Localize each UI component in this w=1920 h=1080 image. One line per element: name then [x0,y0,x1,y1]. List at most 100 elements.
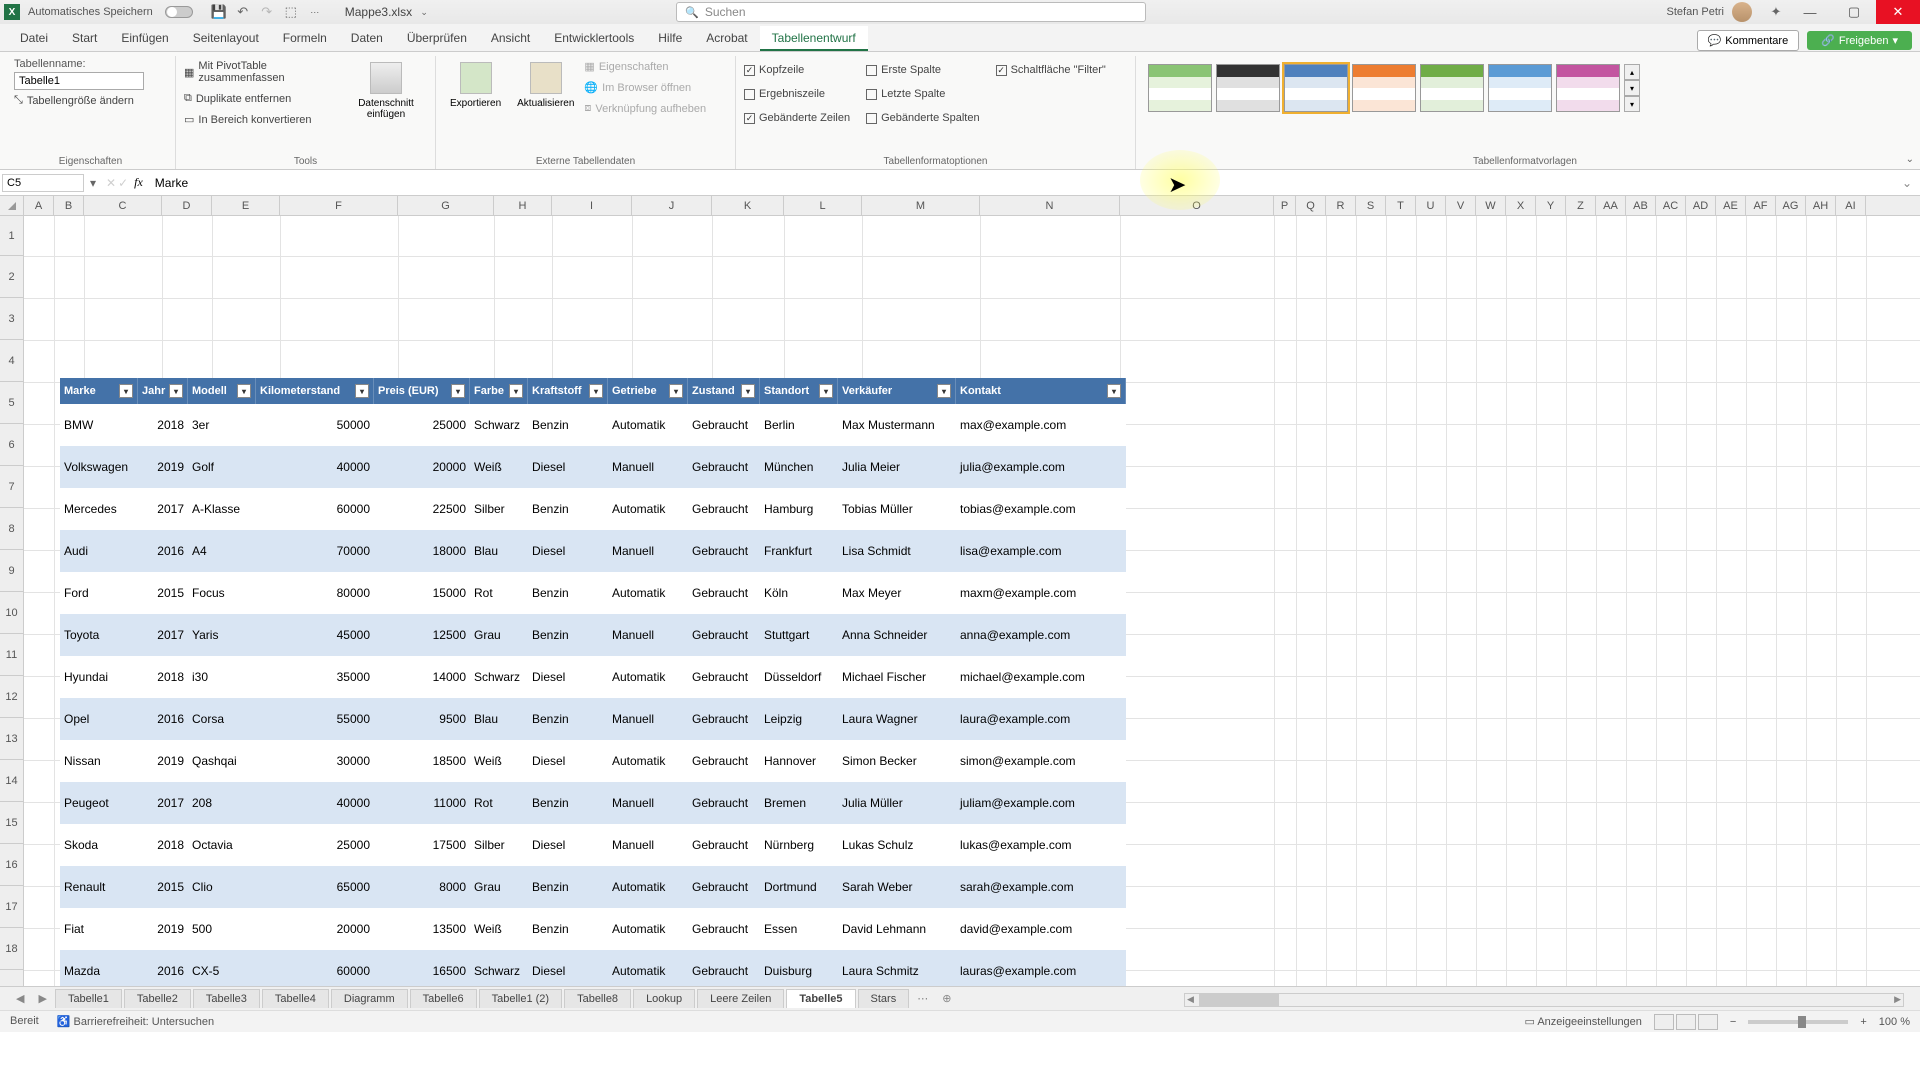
table-header-verkufer[interactable]: Verkäufer▾ [838,378,956,404]
last-col-checkbox[interactable]: Letzte Spalte [866,86,979,102]
cell[interactable]: Max Meyer [838,572,956,614]
pivot-button[interactable]: ▦ Mit PivotTable zusammenfassen [184,58,341,86]
cell[interactable]: Leipzig [760,698,838,740]
gallery-more-icon[interactable]: ▾ [1624,96,1640,112]
cell[interactable]: Manuell [608,446,688,488]
cell[interactable]: Laura Wagner [838,698,956,740]
cell[interactable]: Automatik [608,908,688,950]
cell[interactable]: 15000 [374,572,470,614]
style-thumb-pink[interactable] [1556,64,1620,112]
cell[interactable]: i30 [188,656,256,698]
sheet-tab-tabelle4[interactable]: Tabelle4 [262,989,329,1008]
cell[interactable]: 80000 [256,572,374,614]
tab-acrobat[interactable]: Acrobat [694,26,759,51]
cell[interactable]: Silber [470,824,528,866]
cell[interactable]: Benzin [528,488,608,530]
row-header-10[interactable]: 10 [0,592,23,634]
cell[interactable]: Essen [760,908,838,950]
cell[interactable]: Laura Schmitz [838,950,956,986]
cell[interactable]: 30000 [256,740,374,782]
cell[interactable]: Benzin [528,782,608,824]
status-accessibility[interactable]: ♿ Barrierefreiheit: Untersuchen [57,1015,214,1028]
cell[interactable]: 2019 [138,740,188,782]
slicer-button[interactable]: Datenschnitt einfügen [345,58,427,124]
cell[interactable]: Qashqai [188,740,256,782]
cell[interactable]: Octavia [188,824,256,866]
cell[interactable]: Hannover [760,740,838,782]
cell[interactable]: sarah@example.com [956,866,1126,908]
cell[interactable]: David Lehmann [838,908,956,950]
row-header-5[interactable]: 5 [0,382,23,424]
col-header-I[interactable]: I [552,196,632,215]
collapse-ribbon-icon[interactable]: ⌄ [1906,154,1914,165]
cell[interactable]: Manuell [608,824,688,866]
cell[interactable]: juliam@example.com [956,782,1126,824]
cell[interactable]: Automatik [608,656,688,698]
table-row[interactable]: Audi2016A47000018000BlauDieselManuellGeb… [60,530,1126,572]
cell[interactable]: Bremen [760,782,838,824]
cell[interactable]: Gebraucht [688,488,760,530]
cell[interactable]: Gebraucht [688,908,760,950]
cell[interactable]: Düsseldorf [760,656,838,698]
autosave-toggle[interactable] [165,6,193,18]
cell[interactable]: Gebraucht [688,866,760,908]
header-row-checkbox[interactable]: Kopfzeile [744,62,850,78]
table-styles-gallery[interactable]: ▴ ▾ ▾ [1144,58,1644,118]
cell[interactable]: Focus [188,572,256,614]
formula-expand-icon[interactable]: ⌄ [1894,176,1920,190]
cell[interactable]: Mazda [60,950,138,986]
table-header-kraftstoff[interactable]: Kraftstoff▾ [528,378,608,404]
undo-icon[interactable]: ↶ [233,2,253,22]
cell[interactable]: Benzin [528,698,608,740]
tab-start[interactable]: Start [60,26,109,51]
gallery-up-icon[interactable]: ▴ [1624,64,1640,80]
cell[interactable]: 8000 [374,866,470,908]
col-header-AE[interactable]: AE [1716,196,1746,215]
col-header-AF[interactable]: AF [1746,196,1776,215]
col-header-E[interactable]: E [212,196,280,215]
col-header-AG[interactable]: AG [1776,196,1806,215]
cell[interactable]: lisa@example.com [956,530,1126,572]
cell[interactable]: Volkswagen [60,446,138,488]
cell[interactable]: 2016 [138,530,188,572]
qat-more-icon[interactable]: ⋯ [305,2,325,22]
cell[interactable]: 65000 [256,866,374,908]
cell[interactable]: Simon Becker [838,740,956,782]
col-header-Y[interactable]: Y [1536,196,1566,215]
coming-soon-icon[interactable]: ✦ [1766,2,1786,22]
cell[interactable]: 70000 [256,530,374,572]
cell[interactable]: 2019 [138,446,188,488]
zoom-slider[interactable] [1748,1020,1848,1024]
table-header-modell[interactable]: Modell▾ [188,378,256,404]
sheet-tab-tabelle3[interactable]: Tabelle3 [193,989,260,1008]
cell[interactable]: Grau [470,614,528,656]
filter-dropdown-icon[interactable]: ▾ [669,384,683,398]
sheet-tab-tabelle6[interactable]: Tabelle6 [410,989,477,1008]
cell[interactable]: Max Mustermann [838,404,956,446]
cell[interactable]: 2017 [138,488,188,530]
cell[interactable]: Benzin [528,866,608,908]
close-button[interactable]: ✕ [1876,0,1920,24]
sheet-nav-next-icon[interactable]: ▶ [32,992,52,1005]
table-header-preiseur[interactable]: Preis (EUR)▾ [374,378,470,404]
row-header-2[interactable]: 2 [0,256,23,298]
col-header-M[interactable]: M [862,196,980,215]
table-header-kontakt[interactable]: Kontakt▾ [956,378,1126,404]
table-header-getriebe[interactable]: Getriebe▾ [608,378,688,404]
cell[interactable]: A-Klasse [188,488,256,530]
cell[interactable]: simon@example.com [956,740,1126,782]
cell[interactable]: michael@example.com [956,656,1126,698]
cell[interactable]: Manuell [608,782,688,824]
cell[interactable]: 25000 [256,824,374,866]
row-header-18[interactable]: 18 [0,928,23,970]
table-header-zustand[interactable]: Zustand▾ [688,378,760,404]
row-header-14[interactable]: 14 [0,760,23,802]
row-header-19[interactable]: 19 [0,970,23,986]
row-header-3[interactable]: 3 [0,298,23,340]
cell[interactable]: Tobias Müller [838,488,956,530]
cell[interactable]: Gebraucht [688,530,760,572]
table-header-standort[interactable]: Standort▾ [760,378,838,404]
table-row[interactable]: Skoda2018Octavia2500017500SilberDieselMa… [60,824,1126,866]
col-header-O[interactable]: O [1120,196,1274,215]
share-button[interactable]: 🔗 Freigeben ▾ [1807,31,1912,50]
